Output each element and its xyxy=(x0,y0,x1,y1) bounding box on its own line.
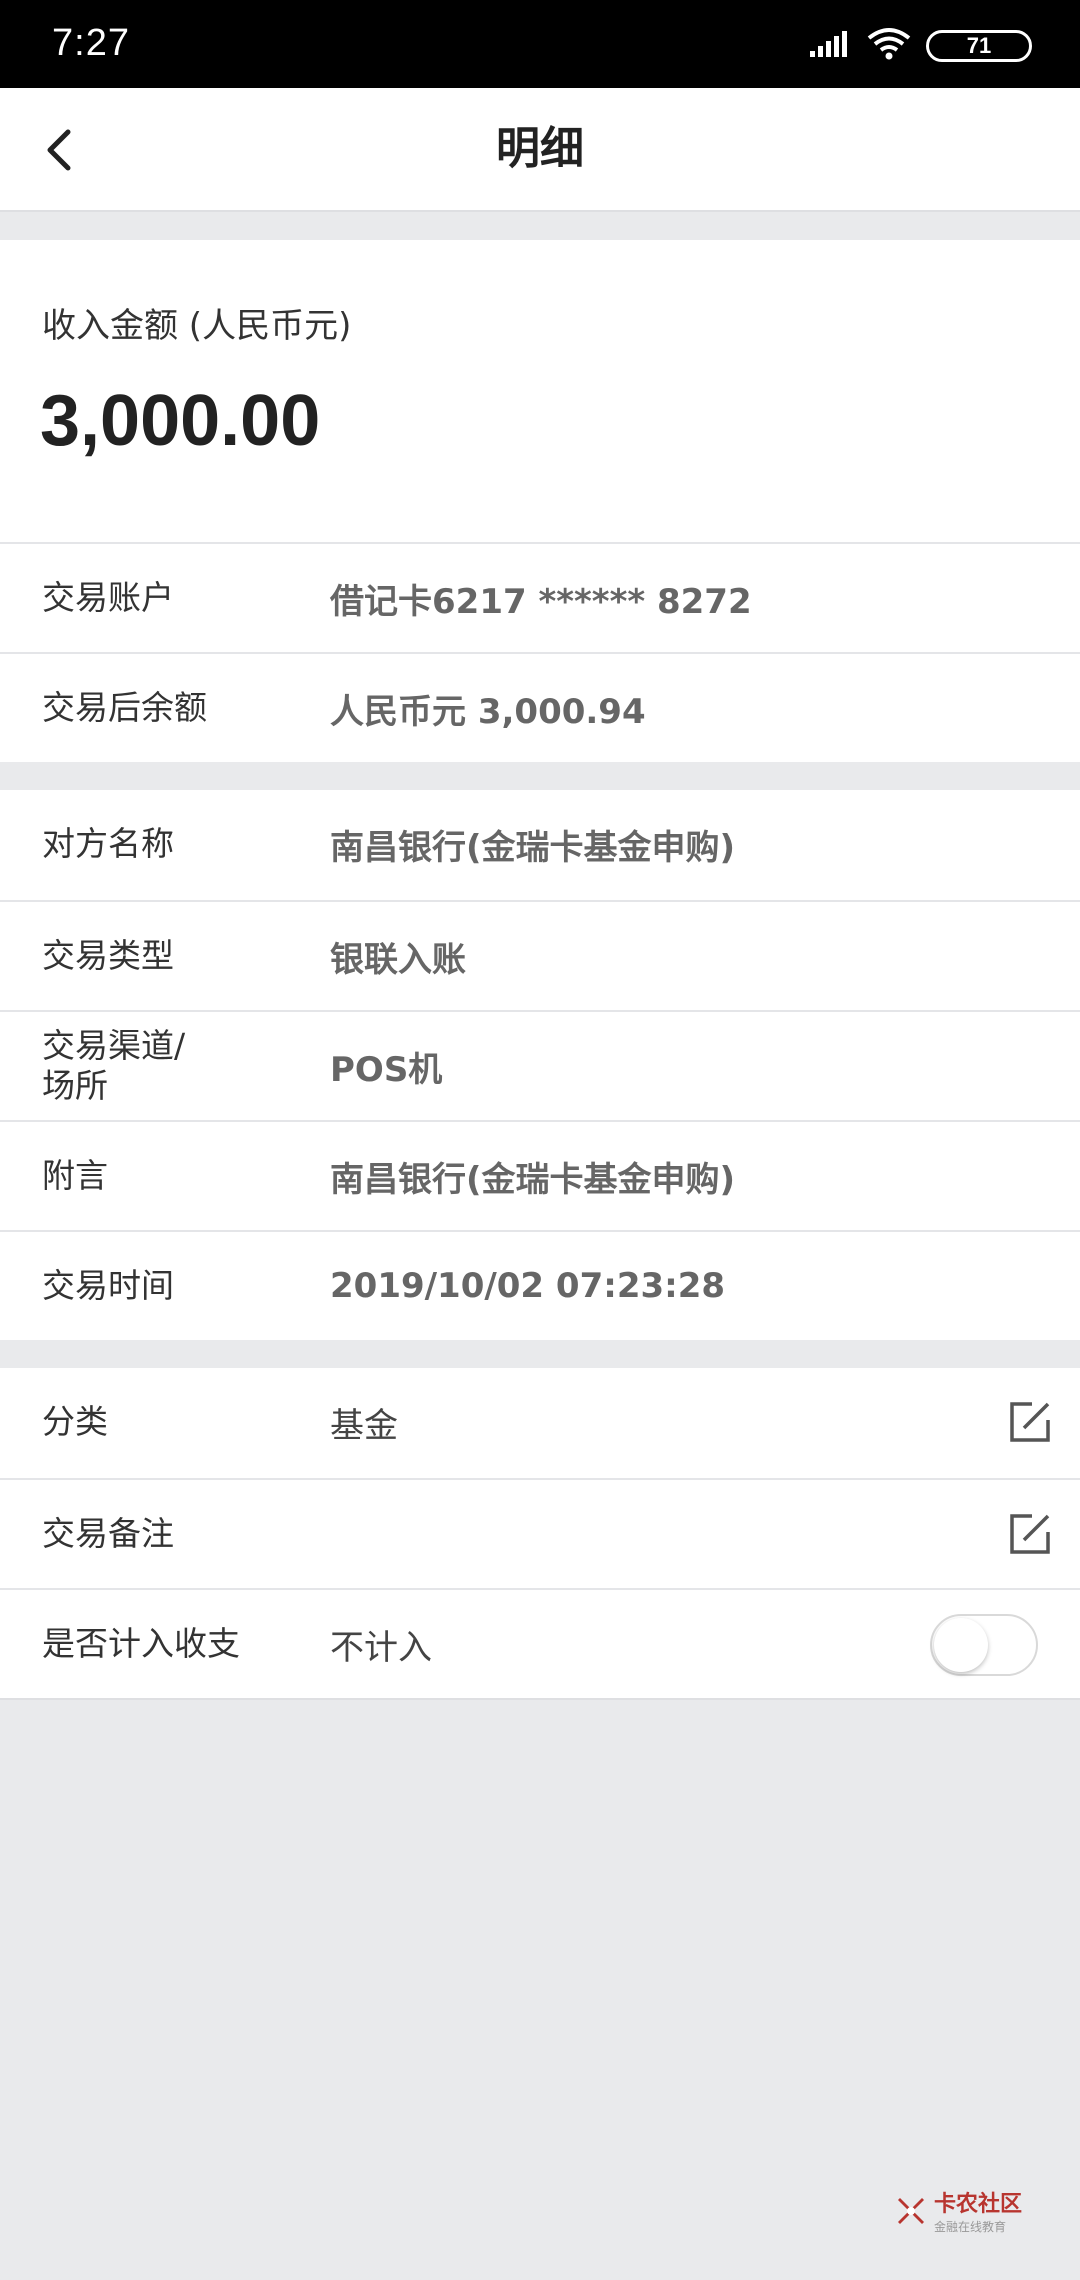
row-time: 交易时间 2019/10/02 07:23:28 xyxy=(0,1230,1080,1340)
watermark-subtitle: 金融在线教育 xyxy=(933,2220,1006,2234)
row-value: POS机 xyxy=(330,1049,443,1090)
signal-icon xyxy=(808,29,852,63)
row-value: 南昌银行(金瑞卡基金申购) xyxy=(330,1159,736,1200)
nav-bar: 明细 xyxy=(0,88,1080,212)
watermark-title: 卡农社区 xyxy=(933,2192,1022,2217)
status-icons: 71 xyxy=(808,24,1032,68)
row-value: 人民币元 3,000.94 xyxy=(330,691,646,732)
amount-card: 收入金额 (人民币元) 3,000.00 xyxy=(0,240,1080,542)
row-balance: 交易后余额 人民币元 3,000.94 xyxy=(0,652,1080,762)
toggle-knob xyxy=(934,1618,988,1672)
row-label: 交易类型 xyxy=(42,936,174,975)
row-value: 借记卡6217 ****** 8272 xyxy=(330,581,752,622)
edit-icon[interactable] xyxy=(1008,1400,1052,1444)
watermark: 卡农社区 金融在线教育 xyxy=(894,2186,1022,2235)
amount-value: 3,000.00 xyxy=(40,381,321,461)
page-title: 明细 xyxy=(496,123,584,174)
row-label: 交易渠道/ 场所 xyxy=(42,1026,186,1105)
row-value: 银联入账 xyxy=(330,939,466,980)
row-include: 是否计入收支 不计入 xyxy=(0,1588,1080,1700)
row-label: 交易账户 xyxy=(42,578,174,617)
battery-icon: 71 xyxy=(926,30,1032,62)
row-account: 交易账户 借记卡6217 ****** 8272 xyxy=(0,542,1080,652)
row-category[interactable]: 分类 基金 xyxy=(0,1368,1080,1478)
edit-icon[interactable] xyxy=(1008,1512,1052,1556)
row-label: 附言 xyxy=(42,1156,108,1195)
row-value: 基金 xyxy=(330,1405,398,1446)
row-label: 交易后余额 xyxy=(42,688,207,727)
wifi-icon xyxy=(866,27,912,65)
status-bar: 7:27 71 xyxy=(0,0,1080,88)
row-label: 分类 xyxy=(42,1402,108,1441)
row-type: 交易类型 银联入账 xyxy=(0,900,1080,1010)
row-label: 对方名称 xyxy=(42,824,174,863)
row-value: 不计入 xyxy=(330,1627,432,1668)
watermark-text: 卡农社区 金融在线教育 xyxy=(934,2186,1022,2235)
row-counterparty: 对方名称 南昌银行(金瑞卡基金申购) xyxy=(0,790,1080,900)
row-value: 2019/10/02 07:23:28 xyxy=(330,1266,726,1306)
include-toggle[interactable] xyxy=(930,1614,1038,1676)
row-channel: 交易渠道/ 场所 POS机 xyxy=(0,1010,1080,1120)
row-note[interactable]: 交易备注 xyxy=(0,1478,1080,1588)
row-label: 交易备注 xyxy=(42,1514,174,1553)
row-remark: 附言 南昌银行(金瑞卡基金申购) xyxy=(0,1120,1080,1230)
row-label: 是否计入收支 xyxy=(42,1624,240,1663)
logo-icon xyxy=(897,2197,924,2224)
row-value: 南昌银行(金瑞卡基金申购) xyxy=(330,827,736,868)
row-label: 交易时间 xyxy=(42,1266,174,1305)
status-time: 7:27 xyxy=(52,22,130,64)
amount-label: 收入金额 (人民币元) xyxy=(42,306,352,346)
